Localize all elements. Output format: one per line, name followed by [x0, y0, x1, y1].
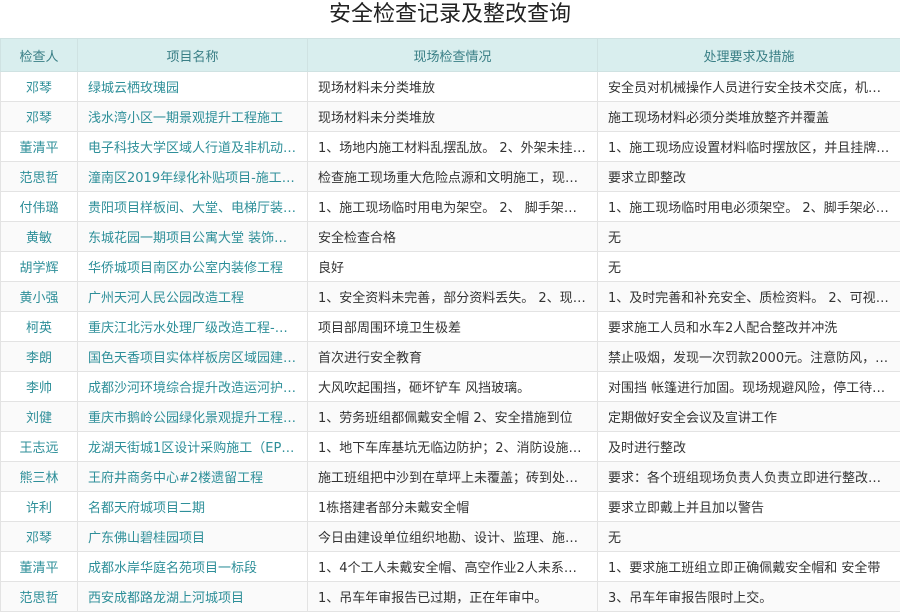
table-row[interactable]: 刘健重庆市鹅岭公园绿化景观提升工程施工1、劳务班组都佩戴安全帽 2、安全措施到位… — [1, 402, 900, 432]
measures-cell: 要求立即戴上并且加以警告 — [598, 492, 900, 522]
table-header-row: 检查人 项目名称 现场检查情况 处理要求及措施 — [1, 39, 900, 72]
project-name-cell[interactable]: 贵阳项目样板间、大堂、电梯厅装修工程 — [78, 192, 308, 222]
project-name-cell[interactable]: 潼南区2019年绿化补贴项目-施工2标段 — [78, 162, 308, 192]
table-row[interactable]: 柯英重庆江北污水处理厂级改造工程-道路工程项目部周围环境卫生极差要求施工人员和水… — [1, 312, 900, 342]
inspector-cell: 熊三林 — [1, 462, 78, 492]
inspector-cell: 付伟璐 — [1, 192, 78, 222]
situation-cell: 1、施工现场临时用电为架空。 2、 脚手架未验收 — [308, 192, 598, 222]
measures-cell: 要求：各个班组现场负责人负责立即进行整改并覆盖 — [598, 462, 900, 492]
measures-cell: 1、及时完善和补充安全、质检资料。 2、可视范围内设置警示标志 — [598, 282, 900, 312]
inspector-cell: 范思哲 — [1, 582, 78, 612]
column-header-project[interactable]: 项目名称 — [78, 39, 308, 72]
inspector-cell: 邓琴 — [1, 102, 78, 132]
inspector-cell: 邓琴 — [1, 72, 78, 102]
measures-cell: 安全员对机械操作人员进行安全技术交底，机械操作人员必须持证上岗 — [598, 72, 900, 102]
inspector-cell: 董清平 — [1, 552, 78, 582]
project-name-cell[interactable]: 龙湖天街城1区设计采购施工（EPC）总承包 — [78, 432, 308, 462]
inspector-cell: 范思哲 — [1, 162, 78, 192]
situation-cell: 现场材料未分类堆放 — [308, 102, 598, 132]
inspector-cell: 刘健 — [1, 402, 78, 432]
situation-cell: 今日由建设单位组织地勘、设计、监理、施工单位联合检查 — [308, 522, 598, 552]
inspector-cell: 邓琴 — [1, 522, 78, 552]
measures-cell: 及时进行整改 — [598, 432, 900, 462]
table-row[interactable]: 范思哲西安成都路龙湖上河城项目1、吊车年审报告已过期，正在年审中。3、吊车年审报… — [1, 582, 900, 612]
measures-cell: 无 — [598, 252, 900, 282]
project-name-cell[interactable]: 重庆江北污水处理厂级改造工程-道路工程 — [78, 312, 308, 342]
project-name-cell[interactable]: 广东佛山碧桂园项目 — [78, 522, 308, 552]
situation-cell: 检查施工现场重大危险点源和文明施工，现场安全防护到位 — [308, 162, 598, 192]
inspector-cell: 许利 — [1, 492, 78, 522]
situation-cell: 安全检查合格 — [308, 222, 598, 252]
measures-cell: 1、要求施工班组立即正确佩戴安全帽和 安全带 — [598, 552, 900, 582]
project-name-cell[interactable]: 成都沙河环境综合提升改造运河护岸工程 — [78, 372, 308, 402]
measures-cell: 1、施工现场应设置材料临时摆放区，并且挂牌标识 — [598, 132, 900, 162]
inspector-cell: 李帅 — [1, 372, 78, 402]
measures-cell: 3、吊车年审报告限时上交。 — [598, 582, 900, 612]
project-name-cell[interactable]: 成都水岸华庭名苑项目一标段 — [78, 552, 308, 582]
column-header-measures[interactable]: 处理要求及措施 — [598, 39, 900, 72]
inspection-table: 检查人 项目名称 现场检查情况 处理要求及措施 邓琴绿城云栖玫瑰园现场材料未分类… — [0, 38, 900, 612]
project-name-cell[interactable]: 绿城云栖玫瑰园 — [78, 72, 308, 102]
situation-cell: 大风吹起围挡，砸坏铲车 风挡玻璃。 — [308, 372, 598, 402]
column-header-situation[interactable]: 现场检查情况 — [308, 39, 598, 72]
situation-cell: 1栋搭建者部分未戴安全帽 — [308, 492, 598, 522]
inspector-cell: 黄敏 — [1, 222, 78, 252]
table-row[interactable]: 熊三林王府井商务中心#2楼遗留工程施工班组把中沙到在草坪上未覆盖；砖到处乱放要求… — [1, 462, 900, 492]
measures-cell: 要求施工人员和水车2人配合整改并冲洗 — [598, 312, 900, 342]
situation-cell: 首次进行安全教育 — [308, 342, 598, 372]
table-row[interactable]: 许利名都天府城项目二期1栋搭建者部分未戴安全帽要求立即戴上并且加以警告 — [1, 492, 900, 522]
situation-cell: 施工班组把中沙到在草坪上未覆盖；砖到处乱放 — [308, 462, 598, 492]
column-header-inspector[interactable]: 检查人 — [1, 39, 78, 72]
table-row[interactable]: 黄小强广州天河人民公园改造工程1、安全资料未完善，部分资料丢失。 2、现场缺少警… — [1, 282, 900, 312]
page-title: 安全检查记录及整改查询 — [0, 0, 900, 38]
inspector-cell: 柯英 — [1, 312, 78, 342]
measures-cell: 无 — [598, 522, 900, 552]
measures-cell: 对围挡 帐篷进行加固。现场规避风险，停工待风停 — [598, 372, 900, 402]
inspector-cell: 黄小强 — [1, 282, 78, 312]
situation-cell: 1、场地内施工材料乱摆乱放。 2、外架未挂安全网 — [308, 132, 598, 162]
project-name-cell[interactable]: 华侨城项目南区办公室内装修工程 — [78, 252, 308, 282]
situation-cell: 1、劳务班组都佩戴安全帽 2、安全措施到位 — [308, 402, 598, 432]
measures-cell: 定期做好安全会议及宣讲工作 — [598, 402, 900, 432]
table-row[interactable]: 黄敏东城花园一期项目公寓大堂 装饰工程安全检查合格无 — [1, 222, 900, 252]
situation-cell: 现场材料未分类堆放 — [308, 72, 598, 102]
situation-cell: 1、安全资料未完善，部分资料丢失。 2、现场缺少警示标志 — [308, 282, 598, 312]
situation-cell: 1、吊车年审报告已过期，正在年审中。 — [308, 582, 598, 612]
table-body: 邓琴绿城云栖玫瑰园现场材料未分类堆放安全员对机械操作人员进行安全技术交底，机械操… — [1, 72, 900, 612]
table-row[interactable]: 李帅成都沙河环境综合提升改造运河护岸工程大风吹起围挡，砸坏铲车 风挡玻璃。对围挡… — [1, 372, 900, 402]
project-name-cell[interactable]: 名都天府城项目二期 — [78, 492, 308, 522]
project-name-cell[interactable]: 国色天香项目实体样板房区域园建工程 — [78, 342, 308, 372]
table-row[interactable]: 王志远龙湖天街城1区设计采购施工（EPC）总承包1、地下车库基坑无临边防护；2、… — [1, 432, 900, 462]
inspector-cell: 胡学辉 — [1, 252, 78, 282]
table-row[interactable]: 董清平电子科技大学区域人行道及非机动车道改造工程1、场地内施工材料乱摆乱放。 2… — [1, 132, 900, 162]
project-name-cell[interactable]: 重庆市鹅岭公园绿化景观提升工程施工 — [78, 402, 308, 432]
measures-cell: 1、施工现场临时用电必须架空。 2、脚手架必须验收合格后使用 — [598, 192, 900, 222]
project-name-cell[interactable]: 电子科技大学区域人行道及非机动车道改造工程 — [78, 132, 308, 162]
table-row[interactable]: 付伟璐贵阳项目样板间、大堂、电梯厅装修工程1、施工现场临时用电为架空。 2、 脚… — [1, 192, 900, 222]
table-row[interactable]: 范思哲潼南区2019年绿化补贴项目-施工2标段检查施工现场重大危险点源和文明施工… — [1, 162, 900, 192]
table-row[interactable]: 邓琴浅水湾小区一期景观提升工程施工现场材料未分类堆放施工现场材料必须分类堆放整齐… — [1, 102, 900, 132]
inspector-cell: 董清平 — [1, 132, 78, 162]
inspector-cell: 王志远 — [1, 432, 78, 462]
inspector-cell: 李朗 — [1, 342, 78, 372]
table-row[interactable]: 邓琴绿城云栖玫瑰园现场材料未分类堆放安全员对机械操作人员进行安全技术交底，机械操… — [1, 72, 900, 102]
project-name-cell[interactable]: 西安成都路龙湖上河城项目 — [78, 582, 308, 612]
measures-cell: 施工现场材料必须分类堆放整齐并覆盖 — [598, 102, 900, 132]
project-name-cell[interactable]: 广州天河人民公园改造工程 — [78, 282, 308, 312]
table-row[interactable]: 邓琴广东佛山碧桂园项目今日由建设单位组织地勘、设计、监理、施工单位联合检查无 — [1, 522, 900, 552]
table-row[interactable]: 李朗国色天香项目实体样板房区域园建工程首次进行安全教育禁止吸烟，发现一次罚款20… — [1, 342, 900, 372]
table-row[interactable]: 董清平成都水岸华庭名苑项目一标段1、4个工人未戴安全帽、高空作业2人未系安全带1… — [1, 552, 900, 582]
measures-cell: 要求立即整改 — [598, 162, 900, 192]
table-row[interactable]: 胡学辉华侨城项目南区办公室内装修工程良好无 — [1, 252, 900, 282]
situation-cell: 良好 — [308, 252, 598, 282]
project-name-cell[interactable]: 浅水湾小区一期景观提升工程施工 — [78, 102, 308, 132]
measures-cell: 禁止吸烟，发现一次罚款2000元。注意防风，注意用电安全 — [598, 342, 900, 372]
project-name-cell[interactable]: 东城花园一期项目公寓大堂 装饰工程 — [78, 222, 308, 252]
measures-cell: 无 — [598, 222, 900, 252]
situation-cell: 1、地下车库基坑无临边防护；2、消防设施不到位 — [308, 432, 598, 462]
project-name-cell[interactable]: 王府井商务中心#2楼遗留工程 — [78, 462, 308, 492]
situation-cell: 1、4个工人未戴安全帽、高空作业2人未系安全带 — [308, 552, 598, 582]
situation-cell: 项目部周围环境卫生极差 — [308, 312, 598, 342]
